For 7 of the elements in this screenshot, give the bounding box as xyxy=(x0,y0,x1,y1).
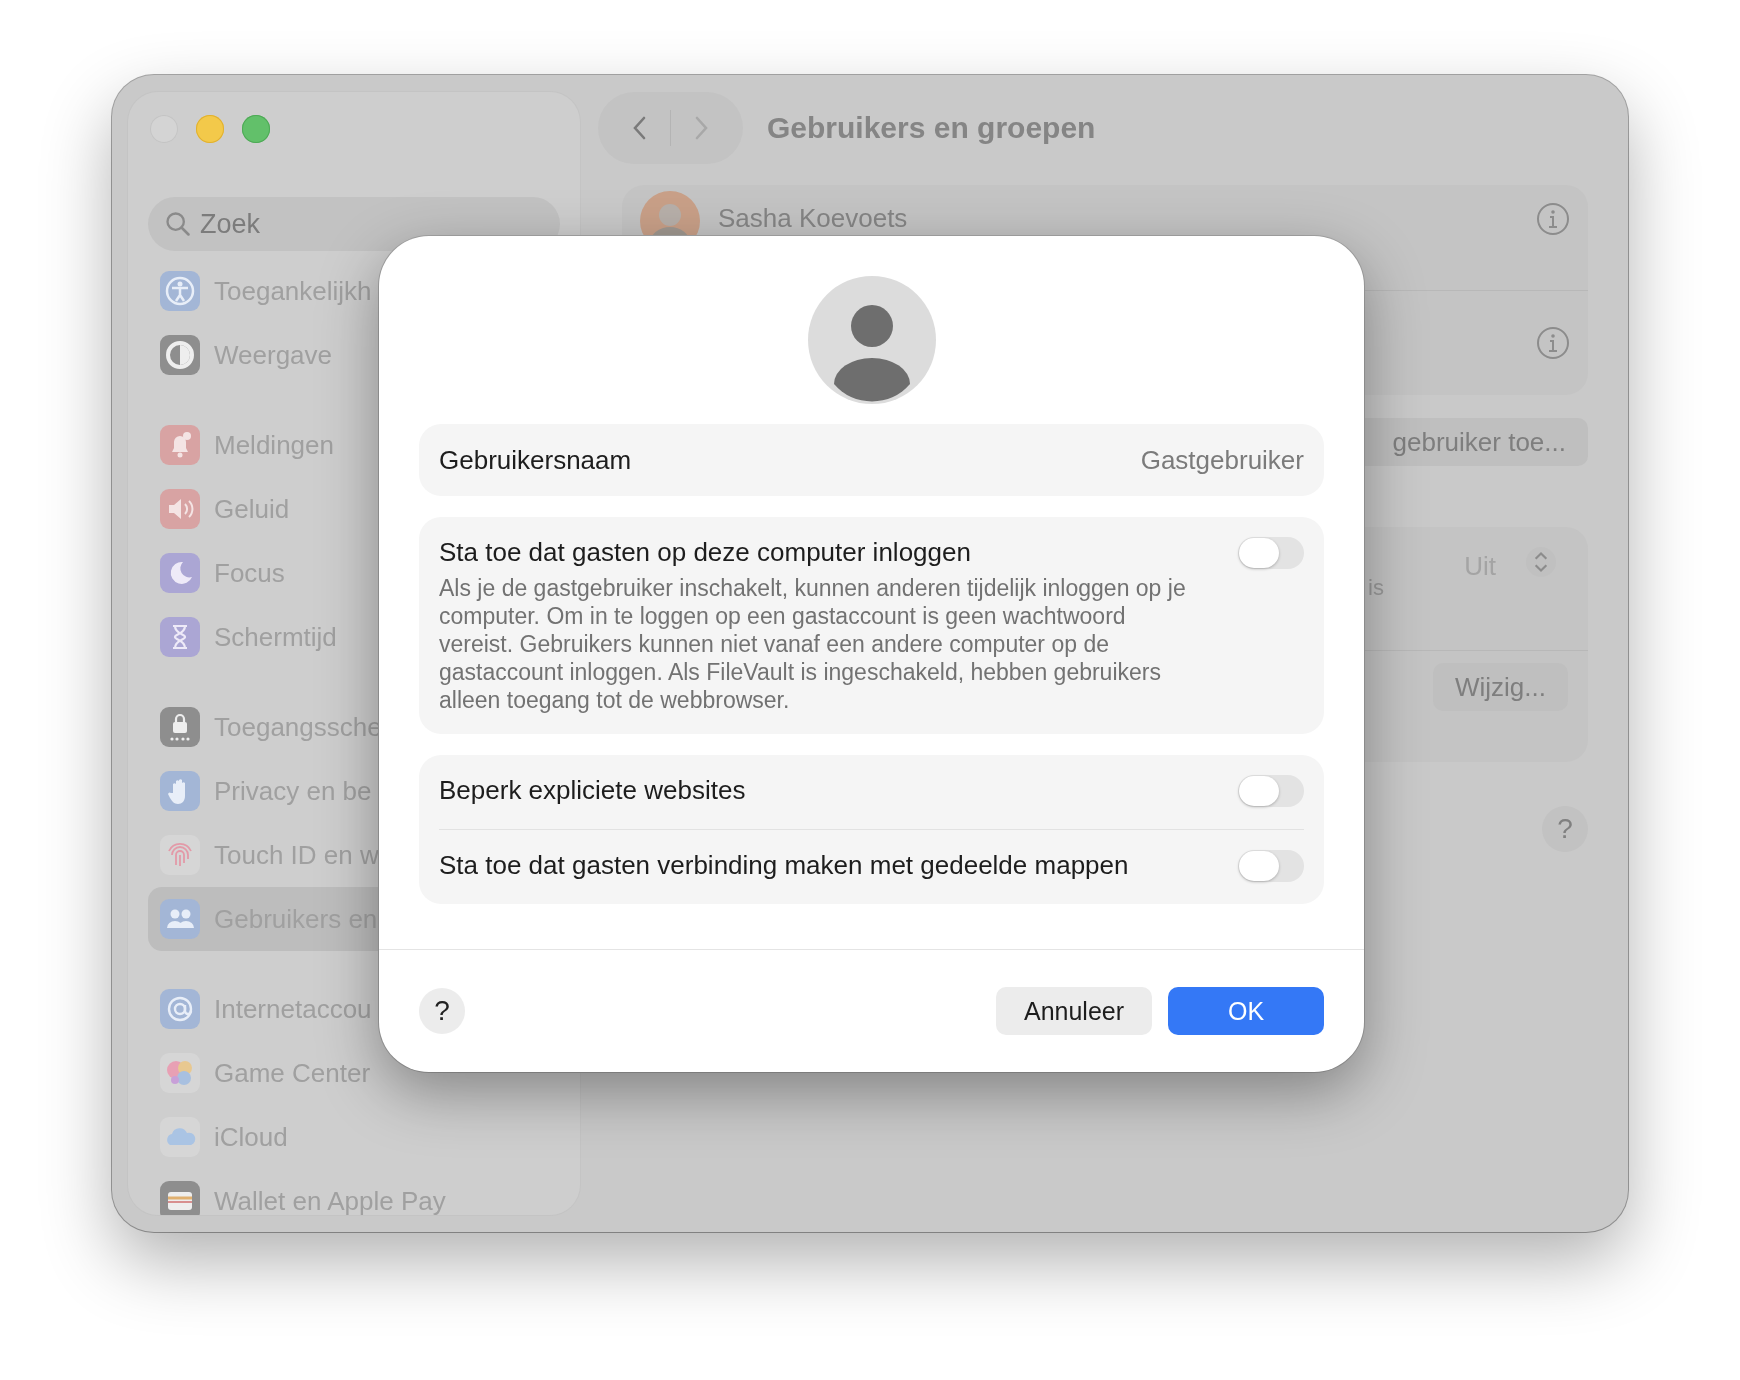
description-text: Als je de gastgebruiker inschakelt, kunnen anderen tijdelijk inloggen op je computer. Om in te loggen op een gastaccount is geen wachtwoord vereist. Gebruikers kunnen niet vanaf een andere computer op de gastaccount inloggen. Als FileVault is ingeschakeld, hebben gebruikers alleen toegang tot de webbrowser. xyxy=(439,574,1187,714)
field-label: Gebruikersnaam xyxy=(439,444,632,476)
toggle-label: Beperk expliciete websites xyxy=(439,775,746,806)
user-name: Sasha Koevoets xyxy=(718,203,909,234)
toggle-label: Sta toe dat gasten op deze computer inloggen xyxy=(439,537,972,568)
window-title: Gebruikers en groepen xyxy=(767,111,1096,145)
toggle-label: Sta toe dat gasten verbinding maken met gedeelde mappen xyxy=(439,850,1129,881)
